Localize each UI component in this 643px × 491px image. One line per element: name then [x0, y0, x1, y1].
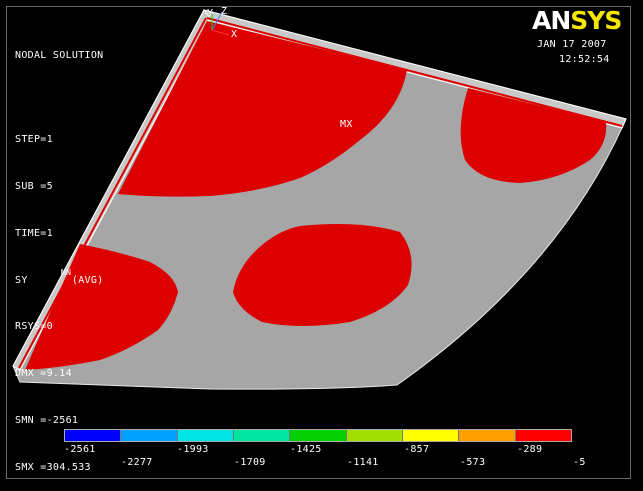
info-line: RSYS=0	[15, 321, 53, 333]
max-marker-label: MX	[340, 119, 353, 130]
min-marker-label: MN	[61, 268, 72, 277]
legend-swatch	[121, 430, 178, 441]
plot-title: NODAL SOLUTION	[15, 50, 104, 62]
legend-swatch	[233, 430, 291, 441]
info-line: SUB =5	[15, 180, 53, 192]
legend-label-lower: -1141	[347, 457, 379, 468]
legend-swatch	[65, 430, 122, 441]
info-line: DMX =9.14	[15, 368, 72, 380]
plot-time: 12:52:54	[559, 54, 610, 65]
legend-label-upper: -289	[517, 444, 543, 455]
legend-label-lower: -1709	[234, 457, 266, 468]
legend-swatch	[402, 430, 460, 441]
triad-z-label: Z	[221, 6, 227, 17]
contour-legend-bar	[64, 429, 572, 442]
info-line: SMX =304.533	[15, 461, 91, 473]
plot-date: JAN 17 2007	[537, 39, 607, 50]
info-line: TIME=1	[15, 227, 53, 239]
info-line: SMN =-2561	[15, 414, 79, 426]
legend-swatch	[177, 430, 234, 441]
legend-label-upper: -1993	[177, 444, 209, 455]
legend-label-lower: -573	[460, 457, 486, 468]
ansys-logo: ANSYS	[532, 6, 622, 35]
legend-label-upper: -857	[404, 444, 430, 455]
legend-label-lower: -5	[573, 457, 586, 468]
info-line: SY (AVG)	[15, 274, 104, 286]
triad-y-label: Y	[207, 8, 213, 19]
legend-swatch	[515, 430, 571, 441]
info-line: STEP=1	[15, 134, 53, 146]
legend-swatch	[459, 430, 516, 441]
solution-info-panel: NODAL SOLUTION STEP=1 SUB =5 TIME=1 SY (…	[15, 17, 104, 491]
legend-swatch	[346, 430, 403, 441]
legend-label-lower: -2277	[121, 457, 153, 468]
legend-swatch	[290, 430, 347, 441]
legend-label-upper: -1425	[290, 444, 322, 455]
triad-x-label: X	[231, 29, 237, 40]
legend-label-upper: -2561	[64, 444, 96, 455]
